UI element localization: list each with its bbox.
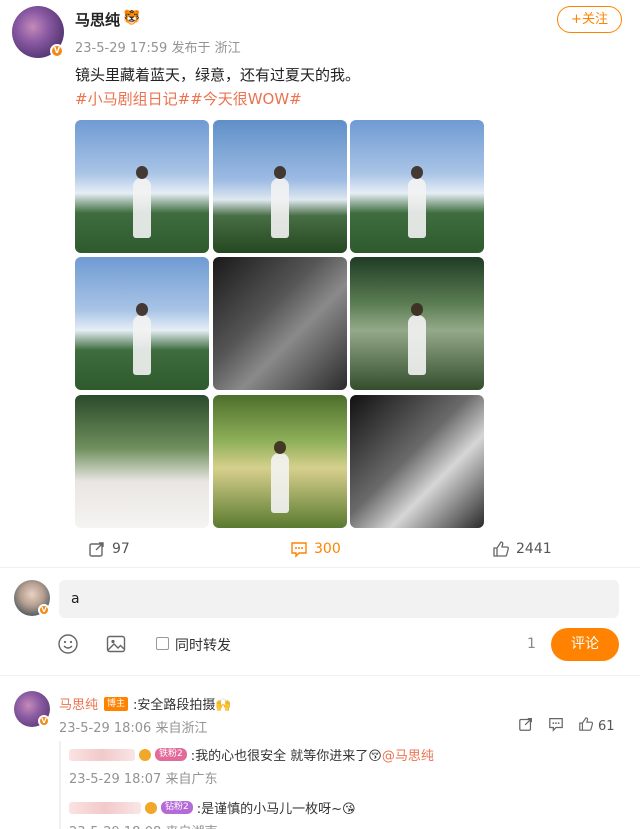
submit-comment-button[interactable]: 评论 <box>551 628 619 661</box>
post-meta: 23-5-29 17:59 发布于 浙江 <box>75 41 241 56</box>
verified-badge-icon: V <box>38 715 50 727</box>
comment-count: 300 <box>314 541 341 557</box>
follow-button[interactable]: +关注 <box>557 6 622 33</box>
reply-line: 钻粉2 :是谨慎的小马儿一枚呀~😘 <box>69 798 356 817</box>
repost-checkbox-label[interactable]: 同时转发 <box>175 635 231 655</box>
thumbs-up-icon <box>492 540 510 558</box>
photo-grid <box>75 120 484 529</box>
reply-icon[interactable] <box>548 716 564 736</box>
reply-text: :是谨慎的小马儿一枚呀~😘 <box>196 802 356 817</box>
post-action-bar: 97 300 2441 <box>0 536 640 562</box>
divider <box>0 567 640 568</box>
photo-thumbnail[interactable] <box>75 395 209 528</box>
fan-tag: 铁粉2 <box>155 748 187 761</box>
photo-thumbnail[interactable] <box>213 120 347 253</box>
reply-mention[interactable]: @马思纯 <box>382 745 434 764</box>
reply-line: 铁粉2 :我的心也很安全 就等你进来了😚 @马思纯 <box>69 745 434 764</box>
reply-author-name[interactable] <box>69 801 141 814</box>
post-hashtags[interactable]: #小马剧组日记##今天很WOW# <box>75 88 302 109</box>
repost-icon <box>88 540 106 558</box>
verified-badge-icon: V <box>38 604 50 616</box>
reply-author-name[interactable] <box>69 748 135 761</box>
repost-count: 97 <box>112 541 130 557</box>
repost-checkbox[interactable] <box>156 637 169 650</box>
photo-thumbnail[interactable] <box>213 257 347 390</box>
member-badge-icon <box>145 801 157 814</box>
comment-icon <box>290 540 308 558</box>
member-badge-icon: 🐯 <box>123 10 141 26</box>
image-icon[interactable] <box>105 633 127 659</box>
like-button[interactable]: 2441 <box>492 536 552 562</box>
photo-thumbnail[interactable] <box>213 395 347 528</box>
like-count: 2441 <box>516 541 552 557</box>
divider <box>0 675 640 676</box>
photo-thumbnail[interactable] <box>350 120 484 253</box>
author-name[interactable]: 马思纯 <box>75 9 120 30</box>
comment-like-count: 61 <box>598 718 615 734</box>
comment-tools: 61 <box>518 716 615 736</box>
photo-thumbnail[interactable] <box>75 120 209 253</box>
reply-text: :我的心也很安全 就等你进来了😚 <box>190 749 382 764</box>
photo-thumbnail[interactable] <box>75 257 209 390</box>
reply-list: 铁粉2 :我的心也很安全 就等你进来了😚 @马思纯 23-5-29 18:07 … <box>59 741 619 829</box>
comment-line: 马思纯 博主 :安全路段拍摄🙌 <box>59 694 232 713</box>
emoji-icon[interactable] <box>57 633 79 659</box>
author-tag-badge: 博主 <box>104 696 129 711</box>
member-badge-icon <box>139 748 151 761</box>
commenter-name[interactable]: 马思纯 <box>59 694 98 713</box>
thumbs-up-icon[interactable] <box>578 716 594 736</box>
comment-input[interactable]: a <box>59 580 619 618</box>
repost-icon[interactable] <box>518 716 534 736</box>
reply-meta: 23-5-29 18:08 来自湖南 <box>69 821 217 829</box>
verified-badge-icon: V <box>50 44 64 58</box>
comment-meta: 23-5-29 18:06 来自浙江 <box>59 721 208 736</box>
fan-tag: 钻粉2 <box>161 801 193 814</box>
comment-text: :安全路段拍摄🙌 <box>133 698 232 713</box>
repost-button[interactable]: 97 <box>88 536 130 562</box>
char-count: 1 <box>527 636 536 652</box>
post-text: 镜头里藏着蓝天，绿意，还有过夏天的我。 <box>75 66 361 84</box>
reply-meta: 23-5-29 18:07 来自广东 <box>69 772 218 787</box>
photo-thumbnail[interactable] <box>350 257 484 390</box>
photo-thumbnail[interactable] <box>350 395 484 528</box>
comment-button[interactable]: 300 <box>290 536 341 562</box>
